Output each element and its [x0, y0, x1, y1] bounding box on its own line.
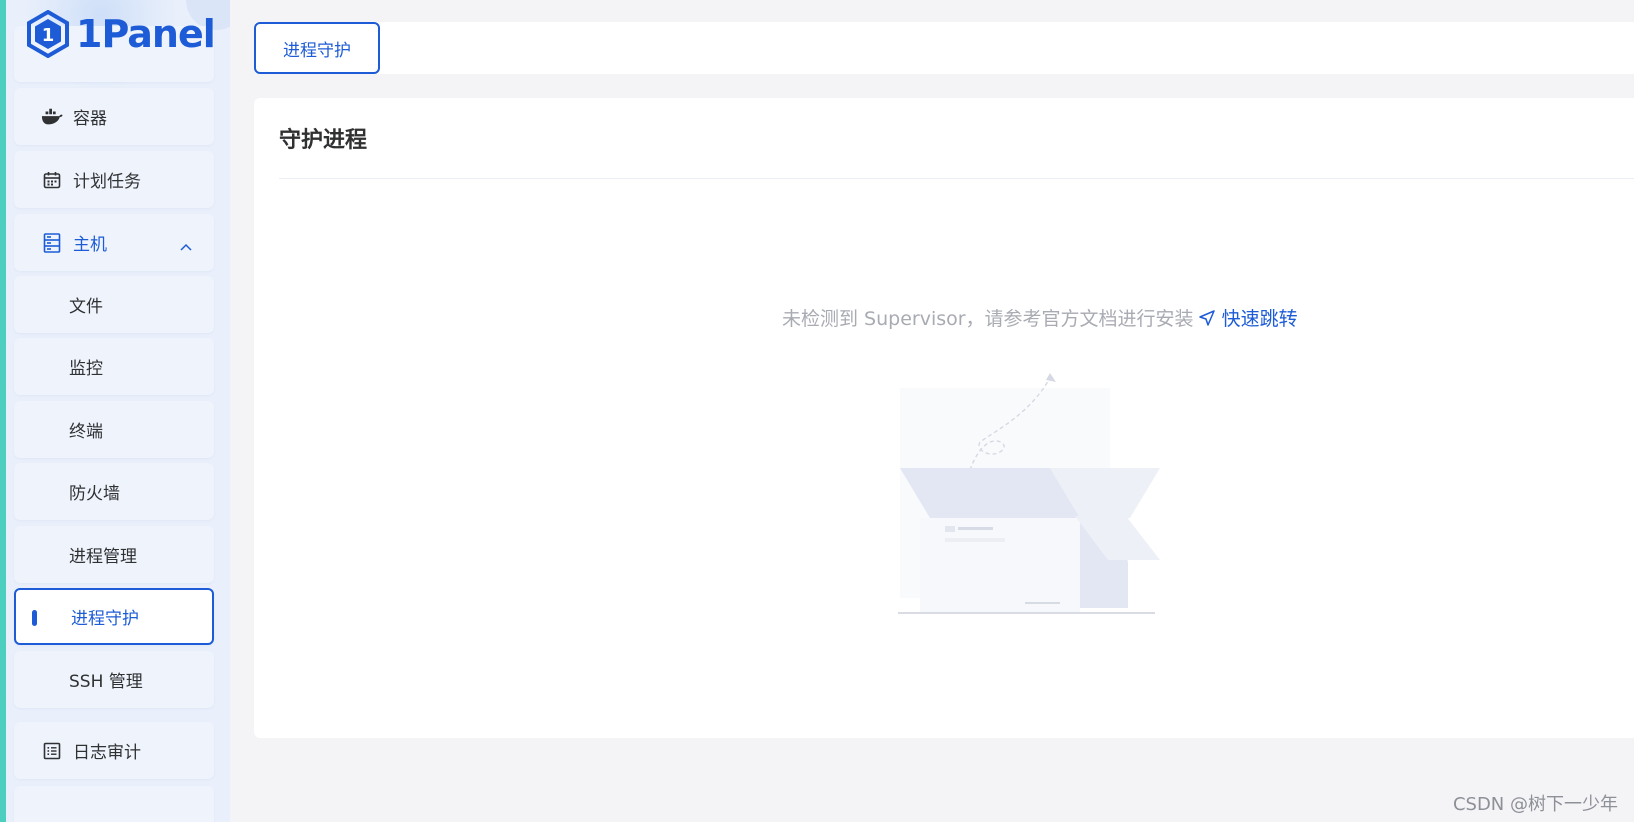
- sidebar-item-files[interactable]: 文件: [14, 276, 214, 333]
- watermark: CSDN @树下一少年: [1452, 794, 1618, 815]
- sidebar-item-terminal[interactable]: 终端: [14, 401, 214, 458]
- tab-supervisor[interactable]: 进程守护: [254, 22, 380, 74]
- sidebar-item-label: 日志审计: [73, 743, 141, 763]
- sidebar-item-cron[interactable]: 计划任务: [14, 151, 214, 208]
- sidebar-item-label: 进程守护: [71, 609, 139, 629]
- notice-text: 未检测到 Supervisor，请参考官方文档进行安装: [782, 308, 1194, 330]
- docker-icon: [41, 106, 63, 128]
- server-icon: [41, 232, 63, 254]
- sidebar-item-supervisor[interactable]: 进程守护: [14, 588, 214, 645]
- sidebar-item-firewall[interactable]: 防火墙: [14, 463, 214, 520]
- logo-text: 1Panel: [76, 12, 216, 56]
- logo: 1 1Panel: [26, 6, 216, 62]
- chevron-up-icon[interactable]: [180, 236, 192, 256]
- sidebar-item-label: SSH 管理: [69, 672, 143, 692]
- quick-jump-label: 快速跳转: [1221, 308, 1298, 330]
- svg-text:1: 1: [42, 25, 55, 46]
- sidebar-item-label: 进程管理: [69, 547, 137, 567]
- quick-jump-link[interactable]: 快速跳转: [1198, 304, 1298, 331]
- sidebar-item-host[interactable]: 主机: [14, 214, 214, 271]
- empty-state-illustration: [898, 373, 1160, 614]
- send-icon: [1198, 309, 1215, 326]
- sidebar-item-label: 监控: [69, 359, 103, 379]
- sidebar-item-label: 容器: [73, 109, 107, 129]
- tab-bar: 进程守护: [254, 22, 1634, 74]
- sidebar-item-container[interactable]: 容器: [14, 88, 214, 145]
- sidebar-item-label: 计划任务: [73, 172, 141, 192]
- sidebar-item-label: 防火墙: [69, 484, 120, 504]
- calendar-icon: [41, 169, 63, 191]
- page-title: 守护进程: [279, 128, 368, 153]
- sidebar-item-next[interactable]: [14, 786, 214, 822]
- main-card: 守护进程 未检测到 Supervisor，请参考官方文档进行安装 快速跳转: [254, 98, 1634, 738]
- list-icon: [41, 740, 63, 762]
- sidebar: 1 1Panel 容器 计划任务 主机 文件 监控 终端 防火墙 进程管理 进程…: [6, 0, 230, 822]
- sidebar-item-label: 文件: [69, 297, 103, 317]
- not-installed-notice: 未检测到 Supervisor，请参考官方文档进行安装 快速跳转: [782, 304, 1298, 331]
- sidebar-item-ssh[interactable]: SSH 管理: [14, 651, 214, 708]
- title-divider: [279, 178, 1634, 179]
- sidebar-item-label: 终端: [69, 422, 103, 442]
- active-indicator: [32, 610, 37, 626]
- sidebar-item-process[interactable]: 进程管理: [14, 526, 214, 583]
- logo-hexagon-icon: 1: [27, 10, 69, 58]
- sidebar-item-monitor[interactable]: 监控: [14, 338, 214, 395]
- sidebar-item-label: 主机: [73, 235, 107, 255]
- sidebar-item-logs[interactable]: 日志审计: [14, 722, 214, 779]
